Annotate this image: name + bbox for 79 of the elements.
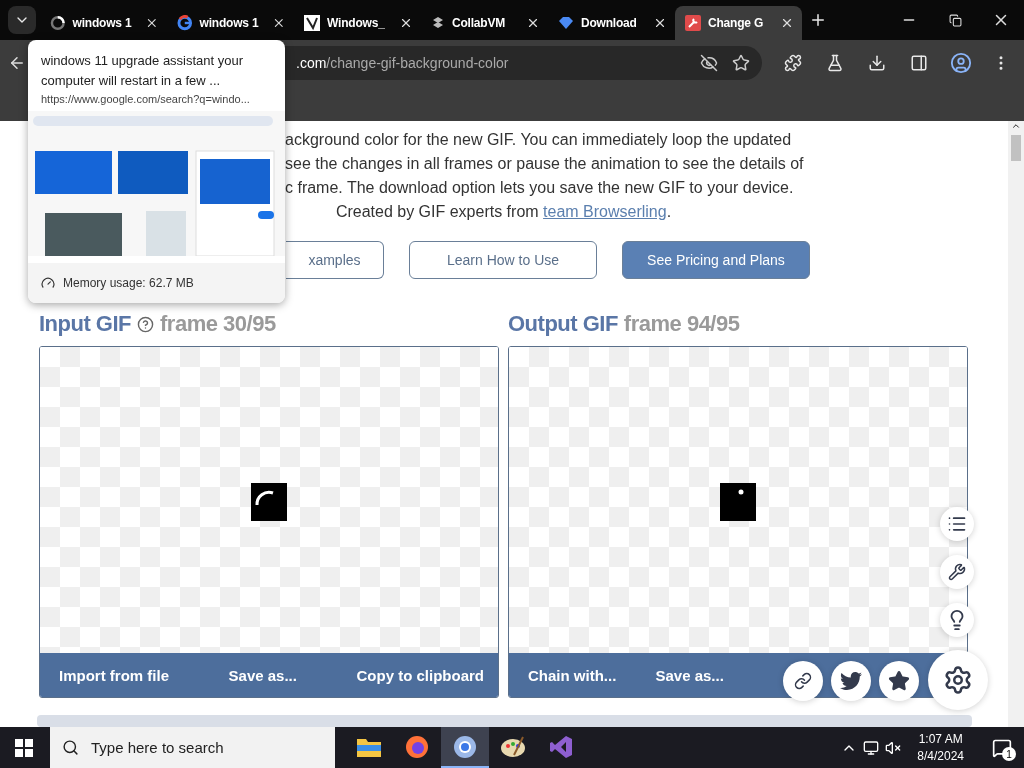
browser-tab[interactable]: windows 1 — [40, 6, 167, 40]
panel-action-button[interactable]: Chain with... — [528, 666, 617, 684]
close-icon[interactable] — [526, 16, 540, 30]
search-field[interactable]: Type here to search — [50, 727, 335, 768]
palette-icon[interactable] — [500, 734, 526, 759]
list-icon[interactable] — [947, 514, 967, 534]
action-button[interactable]: xamples — [286, 241, 384, 279]
scrollbar[interactable] — [1008, 121, 1024, 727]
description-text: ackground color for the new GIF. You can immediately loop the updated — [285, 130, 793, 150]
browser-tab[interactable]: CollabVM — [421, 6, 548, 40]
browser-tab[interactable]: Change G — [675, 6, 802, 40]
url-text: .com/change-gif-background-color — [296, 55, 509, 71]
gif-frame-drawing — [251, 483, 287, 521]
frame-counter: frame 30/95 — [160, 311, 276, 337]
hover-card-url: https://www.google.com/search?q=windo... — [40, 92, 251, 105]
bookmark-icon[interactable] — [732, 54, 750, 72]
memory-usage-text: Memory usage: 62.7 MB — [63, 276, 194, 290]
google-icon — [177, 15, 193, 31]
flask-icon[interactable] — [826, 54, 844, 72]
panel-action-button[interactable]: Import from file — [59, 666, 169, 684]
bird-icon[interactable] — [840, 670, 862, 692]
scrollbar-thumb[interactable] — [1011, 135, 1021, 161]
search-icon — [62, 739, 79, 756]
panel-action-button[interactable]: Save as... — [655, 666, 724, 684]
panel-action-button[interactable]: Copy to clipboard — [356, 666, 484, 684]
firefox-icon[interactable] — [405, 734, 429, 759]
restore-icon[interactable] — [948, 13, 962, 27]
eye-off-icon[interactable] — [700, 54, 718, 72]
notifications-icon[interactable] — [992, 737, 1012, 758]
team-link[interactable]: team Browserling — [543, 203, 667, 220]
stack-icon — [431, 15, 445, 31]
panel-action-button[interactable]: Save as... — [228, 666, 297, 684]
tab-title: Windows_ — [327, 16, 385, 30]
panel-title: Output GIF — [508, 311, 618, 337]
network-icon[interactable] — [863, 739, 880, 756]
close-icon[interactable] — [653, 16, 667, 30]
tab-title: CollabVM — [452, 16, 506, 30]
tab-title: Change G — [708, 16, 764, 30]
studio-icon[interactable] — [550, 734, 572, 759]
back-icon[interactable] — [8, 54, 26, 72]
site-icon — [304, 15, 320, 31]
settings-icon[interactable] — [943, 665, 973, 695]
action-button[interactable]: Learn How to Use — [409, 241, 597, 279]
chrome-icon[interactable] — [453, 734, 477, 759]
wrench-icon — [685, 15, 701, 31]
action-button[interactable]: See Pricing and Plans — [622, 241, 810, 279]
volume-muted-icon[interactable] — [885, 739, 902, 756]
panel-title: Input GIF — [39, 311, 132, 337]
tab-title: Download — [581, 16, 637, 30]
close-icon[interactable] — [145, 16, 159, 30]
wrench-icon[interactable] — [948, 563, 966, 581]
gif-frame-drawing — [720, 483, 756, 521]
windows-icon[interactable] — [15, 738, 33, 757]
folder-icon[interactable] — [357, 736, 381, 757]
description-text: see the changes in all frames or pause the animation to see the details of — [285, 154, 805, 174]
browser-tab[interactable]: Windows_ — [294, 6, 421, 40]
new-tab-icon[interactable] — [809, 11, 827, 29]
scroll-up-icon[interactable] — [1011, 121, 1021, 131]
extensions-icon[interactable] — [784, 54, 802, 72]
tab-title: windows 1 — [199, 16, 259, 30]
browser-tab[interactable]: Download — [548, 6, 675, 40]
profile-icon[interactable] — [950, 52, 972, 74]
star-icon[interactable] — [888, 670, 910, 692]
tab-title: windows 1 — [72, 16, 132, 30]
gauge-icon — [41, 276, 55, 290]
side-panel-icon[interactable] — [910, 54, 928, 72]
close-icon[interactable] — [780, 16, 794, 30]
link-icon[interactable] — [794, 672, 812, 690]
frame-counter: frame 94/95 — [623, 311, 740, 337]
loading-icon — [50, 15, 66, 31]
help-icon[interactable] — [137, 315, 155, 333]
download-icon[interactable] — [868, 54, 886, 72]
browser-tab[interactable]: windows 1 — [167, 6, 294, 40]
close-icon[interactable] — [399, 16, 413, 30]
close-icon[interactable] — [272, 16, 286, 30]
notification-count: 1 — [1002, 747, 1016, 761]
description-text: c frame. The download option lets you save the new GIF to your device. — [285, 178, 795, 198]
clock-text[interactable]: 1:07 AM 8/4/2024 — [907, 730, 974, 765]
gem-icon — [558, 15, 574, 31]
